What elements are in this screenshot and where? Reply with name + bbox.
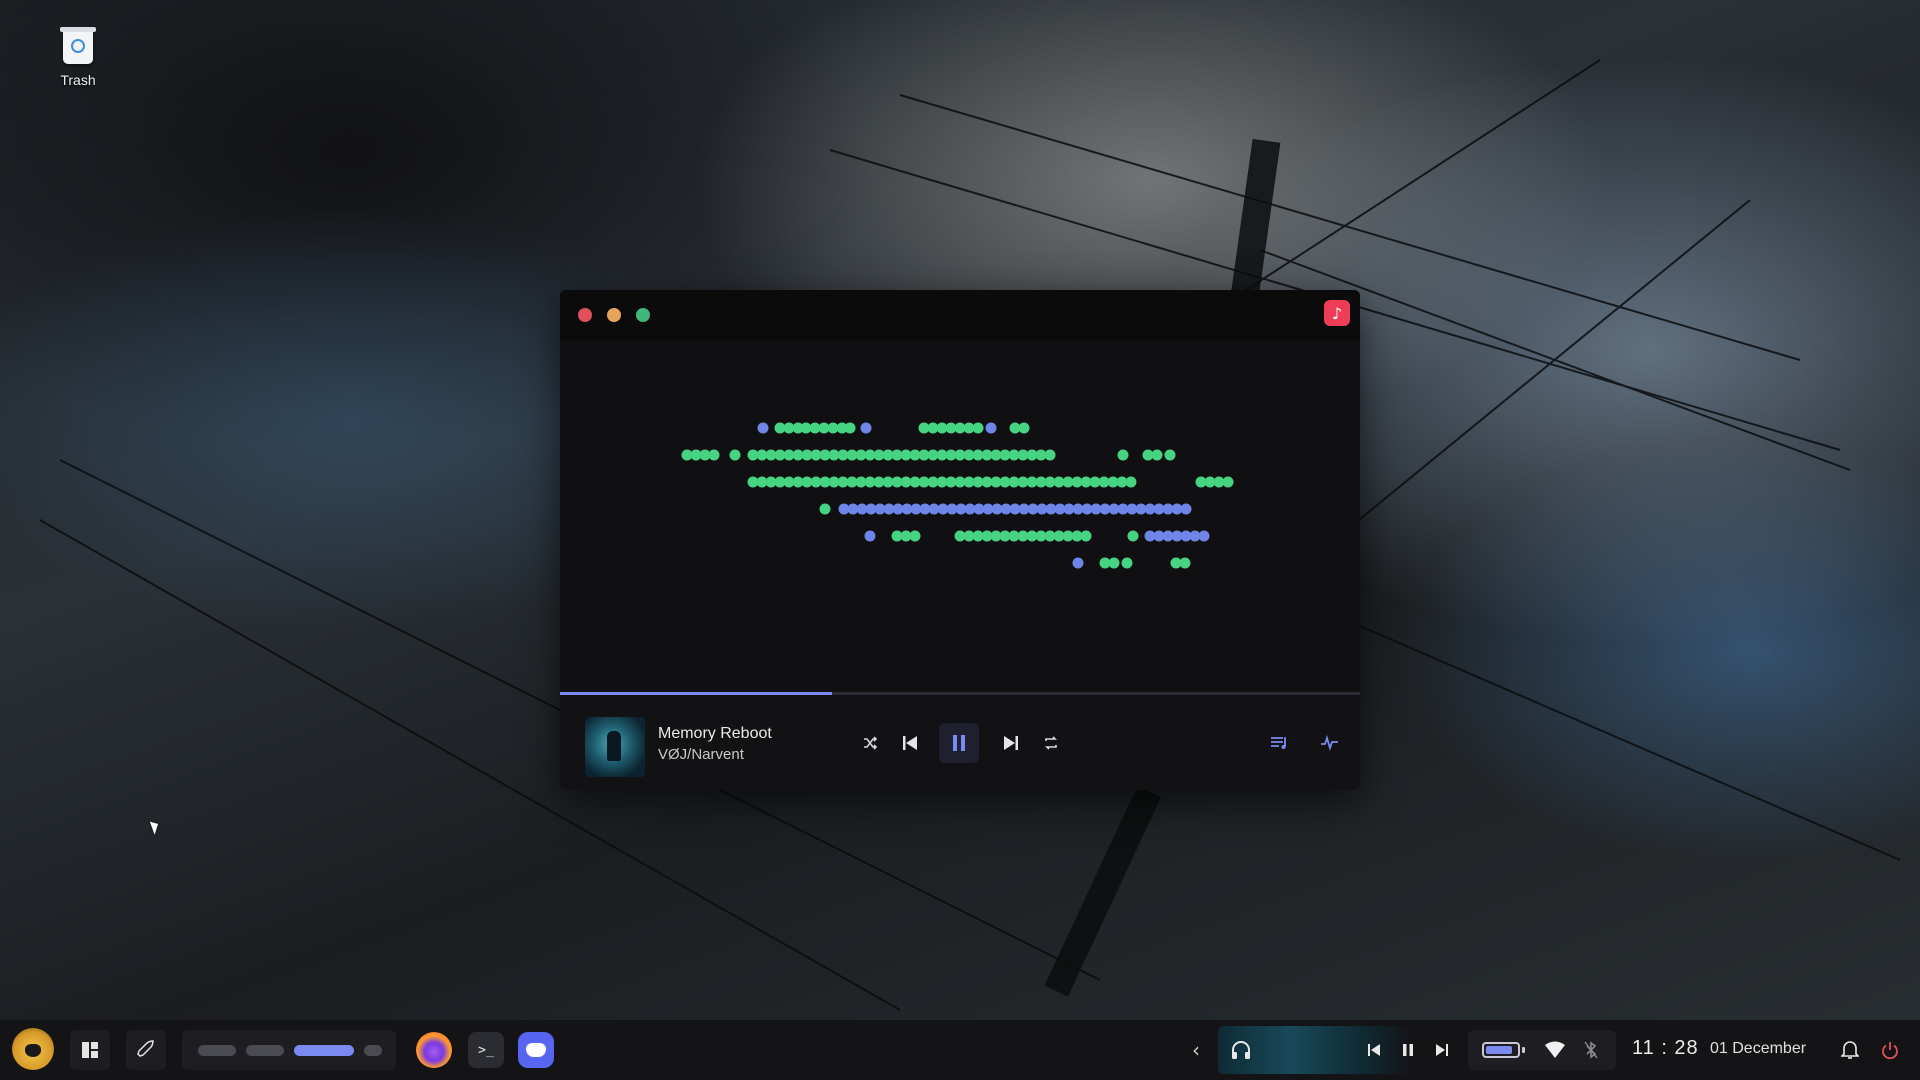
visualizer-dot — [1164, 449, 1176, 461]
visualizer-dot — [1179, 557, 1191, 569]
system-tray[interactable] — [1468, 1030, 1616, 1070]
desktop-icon-label: Trash — [60, 72, 96, 88]
minimize-button[interactable] — [607, 308, 621, 322]
visualizer-icon — [1321, 735, 1338, 751]
pause-icon — [953, 735, 965, 751]
visualizer-button[interactable] — [1316, 729, 1344, 757]
media-next-button[interactable] — [1432, 1040, 1452, 1060]
desktop-icon-trash[interactable]: Trash — [50, 27, 106, 88]
workspace-2[interactable] — [246, 1045, 284, 1056]
maximize-button[interactable] — [636, 308, 650, 322]
bluetooth-icon — [1584, 1041, 1598, 1064]
visualizer-dot — [1127, 530, 1139, 542]
clock-date: 01 December — [1710, 1040, 1807, 1057]
player-controls: Memory Reboot VØJ/Narvent — [560, 695, 1360, 790]
previous-button[interactable] — [896, 729, 924, 757]
visualizer-dot — [1072, 557, 1084, 569]
media-widget — [1218, 1026, 1458, 1074]
workspace-4[interactable] — [364, 1045, 382, 1056]
headphones-icon — [1228, 1040, 1254, 1060]
bell-icon — [1841, 1041, 1859, 1059]
workspace-3-active[interactable] — [294, 1045, 354, 1056]
rocket-icon — [137, 1040, 154, 1057]
visualizer-dot — [844, 422, 856, 434]
pause-button[interactable] — [939, 723, 979, 763]
visualizer-dot — [729, 449, 741, 461]
wifi-icon — [1544, 1041, 1566, 1064]
notifications-button[interactable] — [1838, 1036, 1862, 1064]
taskbar: >_ ‹ 11 : 28 01 December — [0, 1020, 1920, 1080]
visualizer-dot — [1121, 557, 1133, 569]
visualizer-dot — [1125, 476, 1137, 488]
music-player-window: ♪ Memory Reboot VØJ/Narvent — [560, 290, 1360, 790]
workspace-switcher[interactable] — [182, 1030, 396, 1070]
visualizer-dot — [1044, 449, 1056, 461]
media-previous-button[interactable] — [1364, 1040, 1384, 1060]
playlist-icon — [1271, 737, 1286, 749]
music-note-icon: ♪ — [1324, 300, 1350, 326]
next-button[interactable] — [997, 729, 1025, 757]
visualizer-dot — [972, 422, 984, 434]
media-pause-button[interactable] — [1398, 1040, 1418, 1060]
layout-grid-icon — [82, 1042, 98, 1058]
user-avatar[interactable] — [12, 1028, 54, 1070]
discord-icon[interactable] — [518, 1032, 554, 1068]
repeat-button[interactable] — [1037, 729, 1065, 757]
power-icon — [1882, 1042, 1898, 1059]
pause-icon — [1403, 1044, 1413, 1056]
visualizer-dot — [819, 503, 831, 515]
visualizer-dot — [864, 530, 876, 542]
visualizer-dot — [708, 449, 720, 461]
visualizer-dot — [860, 422, 872, 434]
shuffle-icon — [864, 736, 878, 750]
visualizer-dot — [1080, 530, 1092, 542]
layout-button[interactable] — [70, 1030, 110, 1070]
repeat-icon — [1045, 736, 1057, 750]
mouse-cursor — [149, 819, 162, 835]
visualizer-dot — [1180, 503, 1192, 515]
launcher-button[interactable] — [126, 1030, 166, 1070]
playlist-button[interactable] — [1266, 729, 1294, 757]
battery-nub — [1522, 1047, 1525, 1053]
previous-icon — [1368, 1044, 1380, 1056]
audio-visualizer — [560, 340, 1360, 692]
chevron-left-icon[interactable]: ‹ — [1184, 1036, 1208, 1064]
visualizer-dot — [1151, 449, 1163, 461]
previous-icon — [903, 736, 917, 750]
track-title: Memory Reboot — [658, 725, 772, 742]
visualizer-dot — [909, 530, 921, 542]
firefox-icon[interactable] — [416, 1032, 452, 1068]
visualizer-dot — [1018, 422, 1030, 434]
visualizer-dot — [985, 422, 997, 434]
visualizer-dot — [1117, 449, 1129, 461]
window-titlebar[interactable]: ♪ — [560, 290, 1360, 340]
track-artist: VØJ/Narvent — [658, 746, 744, 763]
terminal-icon[interactable]: >_ — [468, 1032, 504, 1068]
power-button[interactable] — [1878, 1036, 1902, 1064]
visualizer-dot — [1108, 557, 1120, 569]
trash-icon — [60, 27, 96, 64]
next-icon — [1436, 1044, 1448, 1056]
next-icon — [1004, 736, 1018, 750]
shuffle-button[interactable] — [856, 729, 884, 757]
clock-time: 11 : 28 — [1632, 1037, 1699, 1059]
battery-icon — [1482, 1042, 1520, 1058]
visualizer-dot — [1222, 476, 1234, 488]
close-button[interactable] — [578, 308, 592, 322]
album-art — [585, 717, 645, 777]
workspace-1[interactable] — [198, 1045, 236, 1056]
visualizer-dot — [757, 422, 769, 434]
visualizer-dot — [1198, 530, 1210, 542]
